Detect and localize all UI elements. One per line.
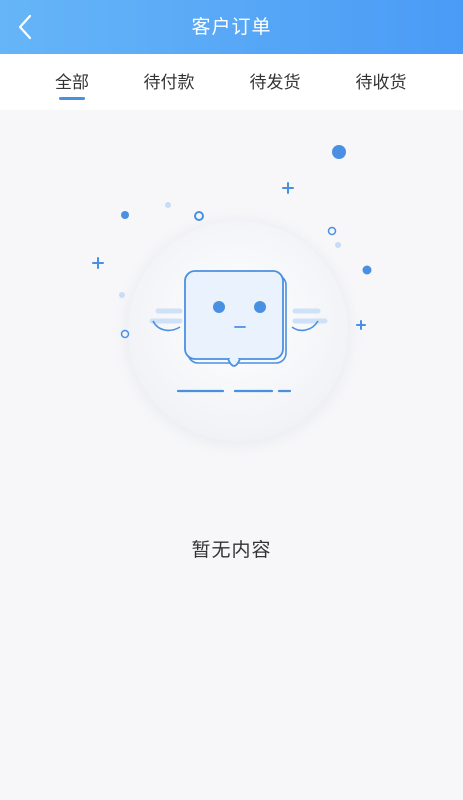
tab-pending-shipment[interactable]: 待发货 <box>230 54 320 110</box>
tab-all[interactable]: 全部 <box>27 54 117 110</box>
tab-label: 待付款 <box>143 73 195 93</box>
header-bar: 客户订单 <box>0 0 463 54</box>
tab-label: 待发货 <box>249 73 301 93</box>
tab-label: 待收货 <box>355 73 407 93</box>
order-status-tabs: 全部 待付款 待发货 待收货 <box>0 54 463 110</box>
tab-pending-receipt[interactable]: 待收货 <box>336 54 426 110</box>
page-title: 客户订单 <box>191 16 272 38</box>
empty-state-message: 暂无内容 <box>191 539 272 561</box>
tab-pending-payment[interactable]: 待付款 <box>124 54 214 110</box>
empty-box-face-illustration <box>80 135 390 455</box>
active-tab-indicator <box>59 97 85 100</box>
tab-label: 全部 <box>55 73 89 93</box>
